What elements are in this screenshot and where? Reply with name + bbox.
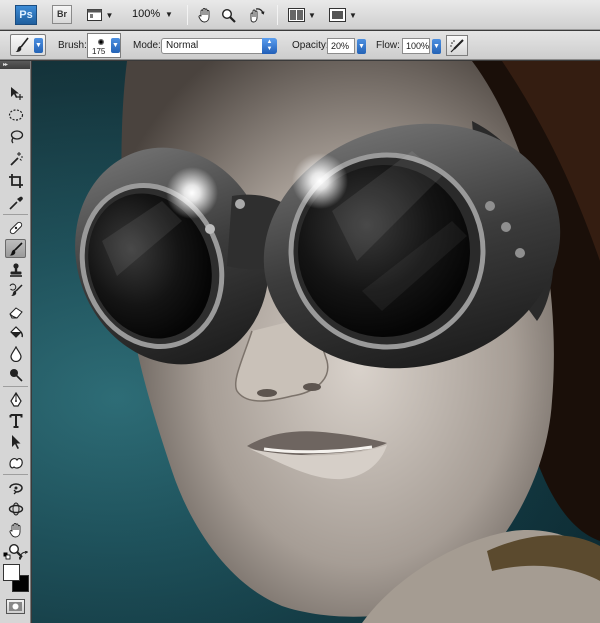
airbrush-toggle[interactable]: [446, 35, 468, 56]
default-colors-icon[interactable]: [3, 551, 11, 560]
dodge-icon: [9, 368, 23, 382]
custom-shape-icon: [8, 457, 23, 469]
chevron-down-icon: ▼: [308, 10, 316, 20]
crop-icon: [8, 173, 23, 188]
screen-frame-icon: [329, 8, 347, 22]
chevron-down-icon: ▼: [34, 38, 43, 53]
blend-mode-value: Normal: [166, 40, 199, 51]
lasso-tool[interactable]: [5, 127, 26, 146]
eyedropper-icon: [8, 196, 23, 210]
canvas-artwork: [32, 61, 600, 623]
brush-icon: [15, 37, 29, 53]
bridge-button[interactable]: Br: [52, 5, 72, 24]
opacity-dropdown[interactable]: ▼: [357, 39, 366, 54]
zoom-button[interactable]: [219, 6, 237, 24]
pen-icon: [9, 391, 22, 407]
arrow-pointer-icon: [11, 434, 20, 449]
options-bar: ▼ Brush: 175 ▼ Mode: Normal ▲ ▼ Opacity: …: [0, 31, 600, 60]
divider: [3, 386, 28, 387]
brush-picker[interactable]: 175 ▼: [87, 33, 121, 58]
flow-dropdown[interactable]: ▼: [432, 39, 441, 54]
blur-tool[interactable]: [5, 344, 26, 363]
foreground-color-swatch[interactable]: [3, 564, 20, 581]
rotate-view-icon: [250, 8, 265, 23]
photoshop-logo[interactable]: Ps: [15, 5, 37, 25]
mode-label: Mode:: [133, 40, 161, 51]
eraser-icon: [8, 306, 23, 318]
quick-mask-icon: [9, 602, 22, 611]
quick-selection-tool[interactable]: [5, 149, 26, 168]
crop-tool[interactable]: [5, 171, 26, 190]
pen-tool[interactable]: [5, 390, 26, 409]
elliptical-marquee-icon: [8, 108, 23, 121]
hand-icon: [9, 522, 20, 537]
rotate-view-button[interactable]: [245, 6, 267, 24]
divider: [277, 5, 278, 25]
brush-size: 175: [92, 47, 106, 56]
screen-mode-icon: [86, 9, 102, 21]
3d-rotate-icon: [8, 482, 23, 494]
chevron-down-icon[interactable]: ▼: [165, 10, 173, 19]
brush-label: Brush:: [58, 40, 87, 51]
hand-tool[interactable]: [5, 520, 26, 539]
hand-icon: [198, 8, 210, 23]
paint-bucket-tool[interactable]: [5, 323, 26, 342]
brush-icon: [9, 241, 23, 256]
history-brush-tool[interactable]: [5, 281, 26, 300]
dodge-tool[interactable]: [5, 365, 26, 384]
arrange-documents-button[interactable]: ▼: [286, 6, 318, 24]
flow-label: Flow:: [376, 40, 400, 51]
eyedropper-tool[interactable]: [5, 193, 26, 212]
marquee-tool[interactable]: [5, 105, 26, 124]
lasso-icon: [10, 129, 23, 143]
arrange-documents-icon: [288, 8, 306, 22]
3d-rotate-tool[interactable]: [5, 478, 26, 497]
tools-panel: ▸▸: [0, 61, 31, 623]
select-arrows-icon: ▲ ▼: [262, 38, 277, 54]
zoom-icon: [221, 8, 236, 23]
divider: [3, 474, 28, 475]
band-aid-icon: [9, 221, 22, 234]
history-brush-icon: [9, 283, 23, 296]
screen-mode-button[interactable]: ▼: [86, 6, 114, 24]
quick-mask-button[interactable]: [6, 599, 25, 614]
tool-preset-picker[interactable]: ▼: [10, 34, 46, 56]
shape-tool[interactable]: [5, 453, 26, 472]
chevron-down-icon: ▼: [349, 10, 357, 20]
chevron-down-icon: ▼: [105, 10, 114, 20]
paint-bucket-icon: [9, 325, 23, 338]
healing-brush-tool[interactable]: [5, 218, 26, 237]
screen-frame-button[interactable]: ▼: [327, 6, 359, 24]
tools-panel-header[interactable]: ▸▸: [0, 61, 30, 69]
opacity-label: Opacity:: [292, 40, 329, 51]
water-drop-icon: [9, 345, 22, 362]
clone-stamp-tool[interactable]: [5, 260, 26, 279]
brush-tip-icon: [98, 39, 104, 45]
path-selection-tool[interactable]: [5, 432, 26, 451]
divider: [187, 5, 188, 25]
stamp-icon: [9, 262, 22, 277]
3d-orbit-icon: [8, 502, 23, 515]
move-icon: [10, 86, 23, 100]
hand-button[interactable]: [196, 6, 214, 24]
application-bar: Ps Br ▼ 100% ▼ ▼ ▼: [0, 0, 600, 30]
divider: [3, 214, 28, 215]
3d-orbit-tool[interactable]: [5, 499, 26, 518]
zoom-level[interactable]: 100%: [132, 8, 160, 20]
move-tool[interactable]: [5, 83, 26, 102]
eraser-tool[interactable]: [5, 302, 26, 321]
flow-field[interactable]: 100%: [402, 38, 430, 54]
chevron-down-icon: ▼: [111, 38, 120, 53]
type-tool[interactable]: [5, 411, 26, 430]
airbrush-icon: [450, 38, 464, 52]
magic-wand-icon: [9, 151, 23, 166]
type-icon: [9, 413, 22, 428]
brush-tool[interactable]: [5, 239, 26, 258]
blend-mode-select[interactable]: Normal ▲ ▼: [161, 38, 277, 54]
document-canvas[interactable]: [32, 61, 600, 623]
swap-colors-icon[interactable]: [18, 550, 29, 561]
opacity-field[interactable]: 20%: [327, 38, 355, 54]
